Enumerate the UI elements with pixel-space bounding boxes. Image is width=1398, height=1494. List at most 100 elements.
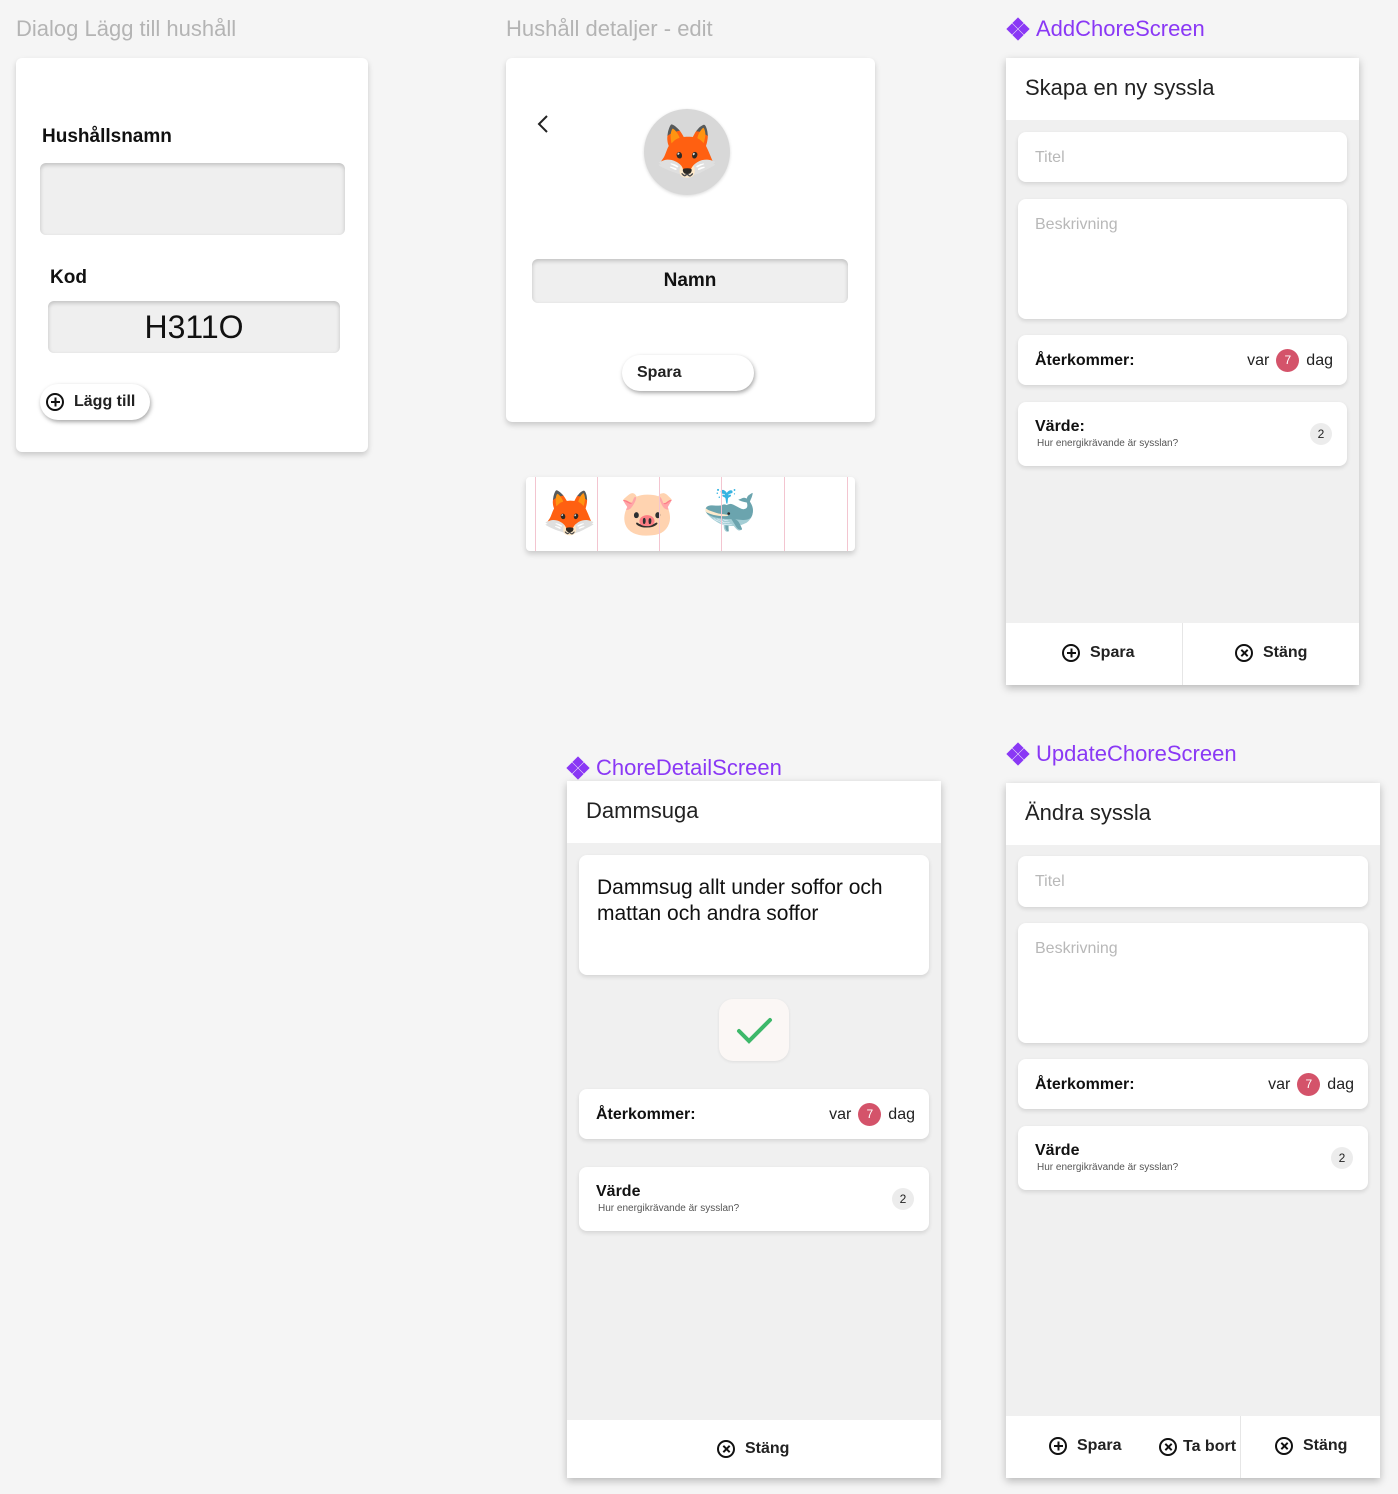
title-placeholder: Titel — [1035, 873, 1065, 890]
frame-title-household-edit: Hushåll detaljer - edit — [506, 16, 713, 41]
title-input[interactable]: Titel — [1018, 856, 1368, 907]
component-name: UpdateChoreScreen — [1036, 741, 1237, 766]
description-input[interactable]: Beskrivning — [1018, 923, 1368, 1043]
close-button-label: Stäng — [1303, 1437, 1348, 1454]
household-name-input[interactable] — [40, 163, 345, 235]
avatar-option-fox[interactable]: 🦊 — [535, 477, 598, 551]
bottom-action-bar: Spara Stäng — [1006, 623, 1359, 685]
component-title-add-chore: AddChoreScreen — [1006, 16, 1205, 42]
avatar-option-empty[interactable] — [784, 477, 848, 551]
save-button-label: Spara — [1090, 644, 1135, 661]
close-button[interactable]: Stäng — [1275, 1437, 1347, 1455]
component-name: ChoreDetailScreen — [596, 755, 782, 780]
fox-emoji-icon: 🦊 — [542, 489, 597, 538]
save-button[interactable]: Spara — [1062, 644, 1134, 662]
divider — [1182, 623, 1183, 685]
recurring-suffix: dag — [1306, 351, 1333, 369]
close-circle-icon — [1275, 1437, 1293, 1455]
delete-button-label: Ta bort — [1183, 1438, 1237, 1455]
recurring-badge: 7 — [858, 1103, 882, 1126]
delete-button[interactable]: Ta bort — [1159, 1438, 1236, 1456]
fox-emoji-icon[interactable]: 🦊 — [644, 109, 730, 195]
description-card: Dammsug allt under soffor och mattan och… — [579, 855, 929, 975]
frame-title-dialog-add: Dialog Lägg till hushåll — [16, 16, 237, 41]
value-badge[interactable]: 2 — [1310, 423, 1332, 445]
component-icon — [1006, 742, 1030, 766]
recurring-control[interactable]: var 7 dag — [1268, 1073, 1354, 1096]
value-row[interactable]: Värde: Hur energikrävande är sysslan? 2 — [1018, 402, 1347, 466]
recurring-prefix: var — [1247, 351, 1270, 369]
recurring-row[interactable]: Återkommer: var 7 dag — [1018, 335, 1347, 385]
back-arrow-icon[interactable] — [534, 112, 554, 136]
app-header: Skapa en ny syssla — [1006, 58, 1359, 120]
close-button[interactable]: Stäng — [1235, 644, 1307, 662]
page-title: Dammsuga — [586, 798, 699, 823]
close-button-label: Stäng — [745, 1440, 790, 1457]
avatar-picker: 🦊 🐷 🐳 — [526, 477, 855, 551]
bottom-action-bar: Stäng — [567, 1420, 941, 1478]
avatar-option-pig[interactable]: 🐷 — [597, 477, 675, 551]
component-title-update-chore: UpdateChoreScreen — [1006, 741, 1237, 767]
household-name-field[interactable]: Namn — [532, 259, 848, 303]
recurring-control[interactable]: var 7 dag — [1247, 349, 1333, 372]
add-household-button[interactable]: Lägg till — [40, 384, 150, 420]
value-row: Värde Hur energikrävande är sysslan? 2 — [579, 1167, 929, 1231]
component-icon — [1006, 17, 1030, 41]
title-input[interactable]: Titel — [1018, 132, 1347, 182]
household-name-label: Hushållsnamn — [42, 126, 172, 147]
value-hint: Hur energikrävande är sysslan? — [1037, 438, 1179, 449]
close-button-label: Stäng — [1263, 644, 1308, 661]
value-label: Värde: — [1035, 418, 1085, 435]
recurring-prefix: var — [829, 1105, 852, 1123]
recurring-suffix: dag — [888, 1105, 915, 1123]
close-circle-icon — [717, 1440, 735, 1458]
value-hint: Hur energikrävande är sysslan? — [598, 1203, 740, 1214]
recurring-suffix: dag — [1327, 1075, 1354, 1093]
value-badge: 2 — [892, 1188, 914, 1210]
divider — [1240, 1416, 1241, 1478]
description-input[interactable]: Beskrivning — [1018, 199, 1347, 319]
dialog-add-household: Hushållsnamn Kod H311O Lägg till — [16, 58, 368, 452]
app-header: Dammsuga — [567, 781, 941, 843]
save-button[interactable]: Spara — [1049, 1437, 1121, 1455]
plus-circle-icon — [46, 393, 64, 411]
value-row[interactable]: Värde Hur energikrävande är sysslan? 2 — [1018, 1126, 1368, 1190]
bottom-action-bar: Spara Ta bort Stäng — [1006, 1416, 1380, 1478]
value-label: Värde — [596, 1183, 641, 1200]
value-hint: Hur energikrävande är sysslan? — [1037, 1162, 1179, 1173]
recurring-badge[interactable]: 7 — [1297, 1073, 1321, 1096]
chore-detail-screen: Dammsuga Dammsug allt under soffor och m… — [567, 781, 941, 1478]
value-badge[interactable]: 2 — [1331, 1147, 1353, 1169]
checkmark-icon — [737, 1018, 772, 1044]
app-header: Ändra syssla — [1006, 783, 1380, 845]
avatar-option-whale[interactable]: 🐳 — [659, 477, 757, 551]
chore-description: Dammsug allt under soffor och mattan och… — [597, 876, 883, 925]
description-placeholder: Beskrivning — [1035, 216, 1118, 233]
close-circle-icon — [1235, 644, 1253, 662]
recurring-label: Återkommer: — [596, 1106, 696, 1123]
recurring-row: Återkommer: var 7 dag — [579, 1089, 929, 1139]
recurring-label: Återkommer: — [1035, 352, 1135, 369]
save-button-label: Spara — [637, 364, 682, 381]
component-icon — [566, 756, 590, 780]
close-circle-icon — [1159, 1438, 1177, 1456]
component-title-chore-detail: ChoreDetailScreen — [566, 755, 782, 781]
save-button[interactable]: Spara — [622, 355, 754, 391]
recurring-display: var 7 dag — [829, 1103, 915, 1126]
recurring-prefix: var — [1268, 1075, 1291, 1093]
close-button[interactable]: Stäng — [717, 1440, 789, 1458]
component-name: AddChoreScreen — [1036, 16, 1205, 41]
value-label: Värde — [1035, 1142, 1080, 1159]
plus-circle-icon — [1049, 1437, 1067, 1455]
add-household-button-label: Lägg till — [74, 393, 136, 410]
code-value: H311O — [48, 301, 340, 353]
description-placeholder: Beskrivning — [1035, 940, 1118, 957]
save-button-label: Spara — [1077, 1437, 1122, 1454]
plus-circle-icon — [1062, 644, 1080, 662]
update-chore-screen: Ändra syssla Titel Beskrivning Återkomme… — [1006, 783, 1380, 1478]
avatar-option-empty[interactable] — [721, 477, 784, 551]
recurring-badge[interactable]: 7 — [1276, 349, 1300, 372]
recurring-row[interactable]: Återkommer: var 7 dag — [1018, 1059, 1368, 1109]
page-title: Skapa en ny syssla — [1025, 75, 1215, 100]
complete-button[interactable] — [719, 999, 789, 1061]
